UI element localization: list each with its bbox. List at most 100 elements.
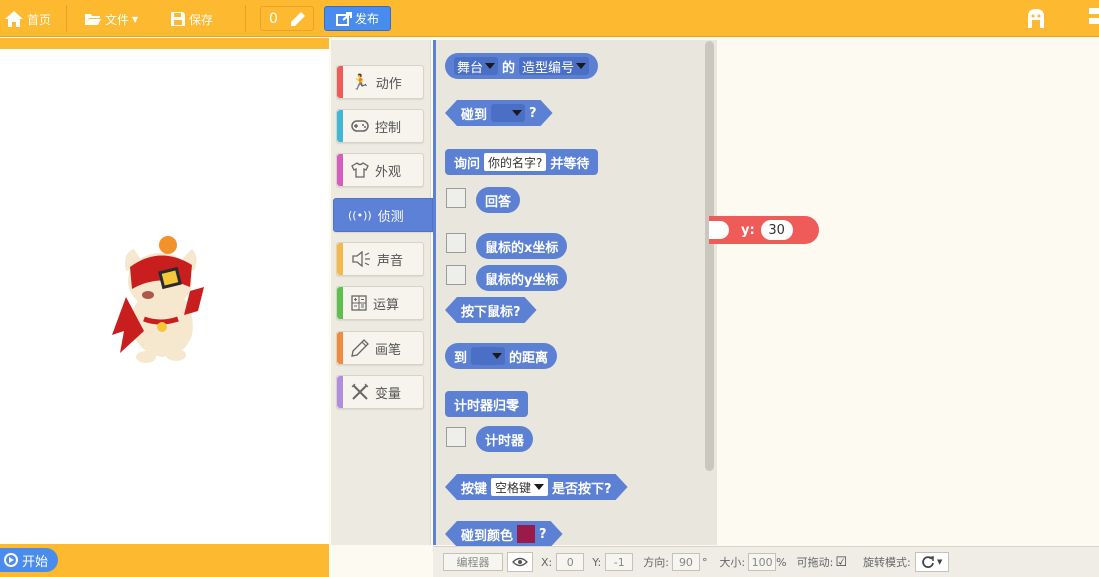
distance-dropdown[interactable]: [471, 347, 506, 365]
category-label: 动作: [375, 76, 402, 92]
pen-icon: [351, 339, 369, 357]
rotation-mode-button[interactable]: ▼: [914, 552, 949, 572]
start-label: 开始: [22, 554, 49, 570]
block-key-pressed[interactable]: 按键 空格键 是否按下?: [445, 474, 628, 500]
y-value-input[interactable]: 30: [760, 220, 793, 240]
block-mouse-y[interactable]: 鼠标的y坐标: [476, 265, 568, 291]
project-counter[interactable]: 0: [260, 6, 314, 31]
block-ask-and-wait[interactable]: 询问 你的名字? 并等待: [445, 149, 599, 175]
category-variables[interactable]: 变量: [336, 375, 424, 409]
x-label: X:: [541, 555, 553, 569]
chevron-down-icon: [492, 353, 503, 359]
block-text: 鼠标的y坐标: [485, 272, 559, 288]
block-stage-property[interactable]: 舞台 的 造型编号: [445, 53, 599, 79]
gamepad-icon: [351, 120, 369, 132]
rotation-mode-label: 旋转模式:: [862, 556, 911, 569]
stage-canvas[interactable]: [0, 49, 329, 544]
block-reset-timer[interactable]: 计时器归零: [445, 391, 529, 417]
key-dropdown[interactable]: 空格键: [491, 478, 548, 496]
y-label: Y:: [592, 555, 602, 569]
chevron-down-icon: ▼: [937, 558, 943, 566]
block-text: 到: [454, 350, 468, 366]
toolbar-divider: [245, 5, 246, 32]
draggable-checkbox[interactable]: ☑: [835, 555, 847, 570]
category-looks[interactable]: 外观: [336, 153, 424, 187]
category-label: 侦测: [377, 209, 404, 225]
block-distance-to[interactable]: 到 的距离: [445, 343, 558, 369]
mouse-y-checkbox[interactable]: [446, 265, 466, 285]
file-menu-button[interactable]: 文件 ▼: [84, 7, 138, 31]
block-text: 是否按下?: [552, 481, 612, 497]
category-color-bar: [337, 376, 343, 408]
direction-label: 方向:: [643, 556, 669, 569]
mouse-x-checkbox[interactable]: [446, 233, 466, 253]
stage-dropdown[interactable]: 舞台: [454, 57, 499, 76]
rotate-icon: [922, 556, 934, 568]
toolbar-divider: [66, 5, 67, 32]
stage-header: [0, 38, 329, 49]
sensing-icon: ((•)): [348, 208, 372, 222]
mascot-icon[interactable]: [1024, 6, 1048, 34]
category-label: 控制: [375, 120, 402, 136]
block-text: 回答: [485, 194, 512, 210]
category-motion[interactable]: 🏃 动作: [336, 65, 424, 99]
block-timer[interactable]: 计时器: [476, 426, 534, 452]
home-button[interactable]: 首页: [4, 7, 51, 31]
y-field: -1: [605, 553, 634, 571]
answer-checkbox[interactable]: [446, 188, 466, 208]
play-icon: [4, 553, 18, 567]
category-pen[interactable]: 画笔: [336, 331, 424, 365]
start-button[interactable]: 开始: [0, 548, 59, 572]
touching-dropdown[interactable]: [491, 104, 525, 122]
block-mouse-x[interactable]: 鼠标的x坐标: [476, 233, 568, 259]
publish-button[interactable]: 发布: [324, 6, 391, 31]
property-dropdown[interactable]: 造型编号: [519, 57, 590, 76]
home-label: 首页: [27, 12, 52, 27]
block-text: ?: [539, 526, 547, 542]
ask-input[interactable]: 你的名字?: [484, 153, 547, 171]
x-field: 0: [556, 553, 585, 571]
share-icon: [335, 11, 352, 26]
category-label: 外观: [375, 164, 402, 180]
block-text: 按下鼠标?: [461, 304, 521, 320]
draggable-label: 可拖动:: [796, 556, 834, 569]
category-sound[interactable]: 声音: [336, 242, 424, 276]
menu-icon[interactable]: [1089, 8, 1099, 28]
sprite-character[interactable]: [104, 235, 214, 365]
chevron-down-icon: [485, 63, 496, 69]
palette-scrollbar[interactable]: [705, 41, 714, 471]
shirt-icon: [351, 162, 369, 178]
eye-icon[interactable]: [507, 552, 533, 572]
script-area[interactable]: [718, 40, 1099, 545]
cross-tools-icon: [351, 383, 369, 400]
block-touching-color[interactable]: 碰到颜色 ?: [445, 521, 563, 547]
save-button[interactable]: 保存: [170, 7, 213, 31]
category-label: 运算: [373, 297, 400, 313]
block-text: 按键: [461, 481, 488, 497]
save-label: 保存: [189, 12, 214, 27]
category-color-bar: [337, 66, 343, 98]
category-color-bar: [337, 332, 343, 364]
chevron-down-icon: [512, 110, 522, 116]
script-block-input[interactable]: [709, 221, 729, 239]
category-sensing[interactable]: ((•)) 侦测: [333, 198, 433, 232]
block-mouse-down[interactable]: 按下鼠标?: [445, 297, 537, 323]
size-field: 100: [748, 553, 777, 571]
color-swatch[interactable]: [517, 525, 535, 543]
degree-symbol: °: [701, 555, 708, 569]
category-color-bar: [337, 110, 343, 142]
editor-button[interactable]: 编程器: [443, 553, 503, 571]
category-operators[interactable]: 运算: [336, 286, 424, 320]
block-text: 计时器归零: [454, 398, 520, 414]
block-touching[interactable]: 碰到 ?: [445, 100, 553, 126]
pencil-icon: [290, 11, 305, 26]
category-control[interactable]: 控制: [336, 109, 424, 143]
block-answer[interactable]: 回答: [476, 187, 521, 213]
top-toolbar: 首页 文件 ▼ 保存 0 发布: [0, 0, 1099, 37]
sprite-status-bar: 编程器 X: 0 Y: -1 方向: 90 ° 大小: 100 % 可拖动: ☑…: [433, 546, 1099, 577]
block-text: 询问: [454, 156, 481, 172]
timer-checkbox[interactable]: [446, 427, 466, 447]
direction-field: 90: [671, 553, 700, 571]
folder-icon: [85, 14, 101, 25]
chevron-down-icon: [576, 63, 587, 69]
